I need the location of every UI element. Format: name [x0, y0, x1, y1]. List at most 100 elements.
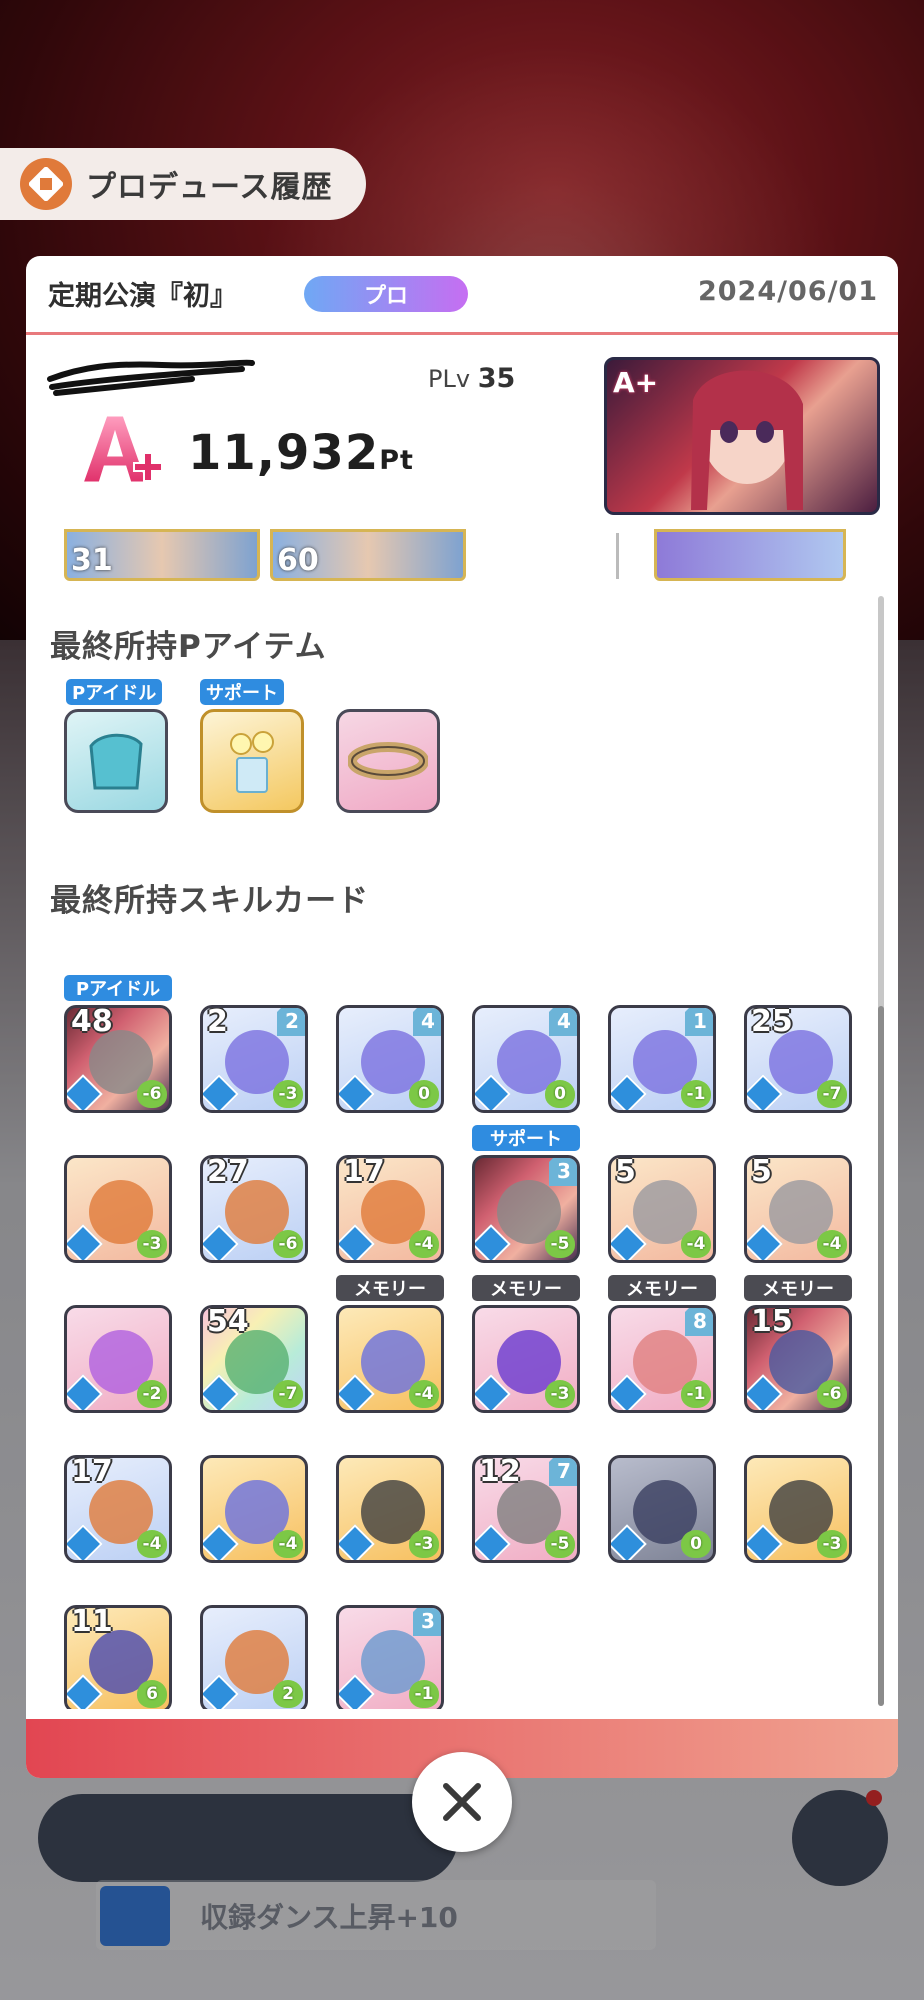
skill-card[interactable]: 40 — [336, 1005, 444, 1113]
skill-card-level: 15 — [751, 1305, 793, 1339]
score-value: 11,932 — [188, 425, 380, 481]
stamina-cost-badge: -6 — [273, 1230, 303, 1258]
skill-card[interactable]: 40 — [472, 1005, 580, 1113]
stamina-cost-badge: -5 — [545, 1530, 575, 1558]
history-title: プロデュース履歴 — [86, 170, 333, 205]
skill-card[interactable]: 12 7 -5 — [472, 1455, 580, 1563]
scrollbar-thumb[interactable] — [878, 1006, 884, 1706]
event-name: 定期公演『初』 — [48, 281, 237, 312]
stamina-cost-badge: -6 — [817, 1380, 847, 1408]
skill-card[interactable]: 27 -6 — [200, 1155, 308, 1263]
stamina-cost-badge: 6 — [137, 1680, 167, 1708]
skill-card[interactable]: 17 -4 — [336, 1155, 444, 1263]
stamina-cost-badge: -6 — [137, 1080, 167, 1108]
skill-card[interactable]: 15 -6 — [744, 1305, 852, 1413]
history-book-icon — [20, 158, 72, 210]
skill-card[interactable]: 5 -4 — [608, 1155, 716, 1263]
skill-card[interactable]: 1 -1 — [608, 1005, 716, 1113]
skill-card-cost: 2 — [277, 1008, 305, 1036]
skill-card-tag: メモリー — [608, 1275, 716, 1301]
skill-card[interactable]: -4 — [336, 1305, 444, 1413]
stamina-cost-badge: -3 — [545, 1380, 575, 1408]
record-scroll-area[interactable]: 31 60 最終所持Pアイテム Pアイドル サポート 最終所持スキルカード Pア… — [26, 529, 898, 1709]
skill-card-level: 17 — [71, 1455, 113, 1489]
skill-cards-title: 最終所持スキルカード — [50, 883, 370, 919]
stamina-cost-badge: -7 — [273, 1380, 303, 1408]
skill-card[interactable]: -3 — [744, 1455, 852, 1563]
skill-card-level: 27 — [207, 1155, 249, 1189]
skill-card-tag: サポート — [472, 1125, 580, 1151]
skill-card[interactable]: 2 — [200, 1605, 308, 1709]
stamina-cost-badge: 2 — [273, 1680, 303, 1708]
skill-card[interactable]: 54 -7 — [200, 1305, 308, 1413]
produce-record-panel: 定期公演『初』 プロ 2024/06/01 PLv 35 11,932Pt A+ — [26, 256, 898, 1778]
p-items-title: 最終所持Pアイテム — [50, 629, 327, 665]
skill-card-level: 11 — [71, 1605, 113, 1639]
portrait-art — [691, 370, 803, 510]
item-tag-2: サポート — [200, 679, 284, 705]
deck-card-2[interactable]: 60 — [270, 529, 466, 581]
skill-card-level: 12 — [479, 1455, 521, 1489]
skill-card[interactable]: 11 6 — [64, 1605, 172, 1709]
item-flower-vase[interactable] — [200, 709, 304, 813]
skill-card[interactable]: 2 2 -3 — [200, 1005, 308, 1113]
redacted-name-scribble — [47, 359, 255, 396]
stamina-cost-badge: 0 — [409, 1080, 439, 1108]
plv-value: 35 — [477, 363, 516, 394]
deck-card-2-level: 60 — [277, 543, 319, 578]
skill-card[interactable]: 3 -1 — [336, 1605, 444, 1709]
skill-card-tag: メモリー — [744, 1275, 852, 1301]
grade-a-plus-icon — [79, 413, 163, 485]
idol-portrait: A+ — [604, 357, 880, 515]
skill-card[interactable]: 3 -5 — [472, 1155, 580, 1263]
skill-card-level: 5 — [751, 1155, 772, 1189]
skill-card[interactable]: 8 -1 — [608, 1305, 716, 1413]
skill-card[interactable]: -4 — [200, 1455, 308, 1563]
producer-level: PLv 35 — [428, 363, 515, 394]
stamina-cost-badge: -4 — [681, 1230, 711, 1258]
history-header: プロデュース履歴 — [0, 148, 366, 220]
skill-card[interactable]: -3 — [64, 1155, 172, 1263]
skill-card[interactable]: 17 -4 — [64, 1455, 172, 1563]
record-summary: PLv 35 11,932Pt A+ — [26, 335, 898, 529]
stamina-cost-badge: -1 — [681, 1080, 711, 1108]
deck-card-3[interactable] — [654, 529, 846, 581]
skill-card[interactable]: 25 -7 — [744, 1005, 852, 1113]
skill-card[interactable]: 48 -6 — [64, 1005, 172, 1113]
stamina-cost-badge: -1 — [409, 1680, 439, 1708]
skill-card-tag: メモリー — [336, 1275, 444, 1301]
score: 11,932Pt — [188, 425, 414, 481]
skill-card-cost: 3 — [413, 1608, 441, 1636]
stamina-cost-badge: 0 — [681, 1530, 711, 1558]
skill-card-cost: 8 — [685, 1308, 713, 1336]
skill-card-level: 17 — [343, 1155, 385, 1189]
skill-card[interactable]: 0 — [608, 1455, 716, 1563]
skill-card-level: 48 — [71, 1005, 113, 1039]
item-wristband[interactable] — [336, 709, 440, 813]
skill-card-level: 5 — [615, 1155, 636, 1189]
skill-card[interactable]: -3 — [336, 1455, 444, 1563]
skill-card-cost: 4 — [549, 1008, 577, 1036]
top-card-row: 31 60 — [26, 529, 898, 589]
stamina-cost-badge: -4 — [409, 1380, 439, 1408]
skill-card-tag: Pアイドル — [64, 975, 172, 1001]
wristband-icon — [348, 742, 428, 780]
stamina-cost-badge: -3 — [273, 1080, 303, 1108]
deck-card-1-level: 31 — [71, 543, 113, 578]
stamina-cost-badge: -4 — [137, 1530, 167, 1558]
skill-card[interactable]: -3 — [472, 1305, 580, 1413]
close-button[interactable] — [412, 1752, 512, 1852]
item-towel[interactable] — [64, 709, 168, 813]
stamina-cost-badge: -3 — [409, 1530, 439, 1558]
record-date: 2024/06/01 — [697, 276, 878, 307]
deck-card-1[interactable]: 31 — [64, 529, 260, 581]
skill-card-cost: 7 — [549, 1458, 577, 1486]
stamina-cost-badge: -4 — [273, 1530, 303, 1558]
item-tag-1: Pアイドル — [66, 679, 163, 705]
stamina-cost-badge: -7 — [817, 1080, 847, 1108]
skill-card[interactable]: 5 -4 — [744, 1155, 852, 1263]
skill-card[interactable]: -2 — [64, 1305, 172, 1413]
difficulty-badge: プロ — [304, 276, 468, 312]
flower-vase-icon — [230, 731, 274, 793]
stamina-cost-badge: -3 — [137, 1230, 167, 1258]
